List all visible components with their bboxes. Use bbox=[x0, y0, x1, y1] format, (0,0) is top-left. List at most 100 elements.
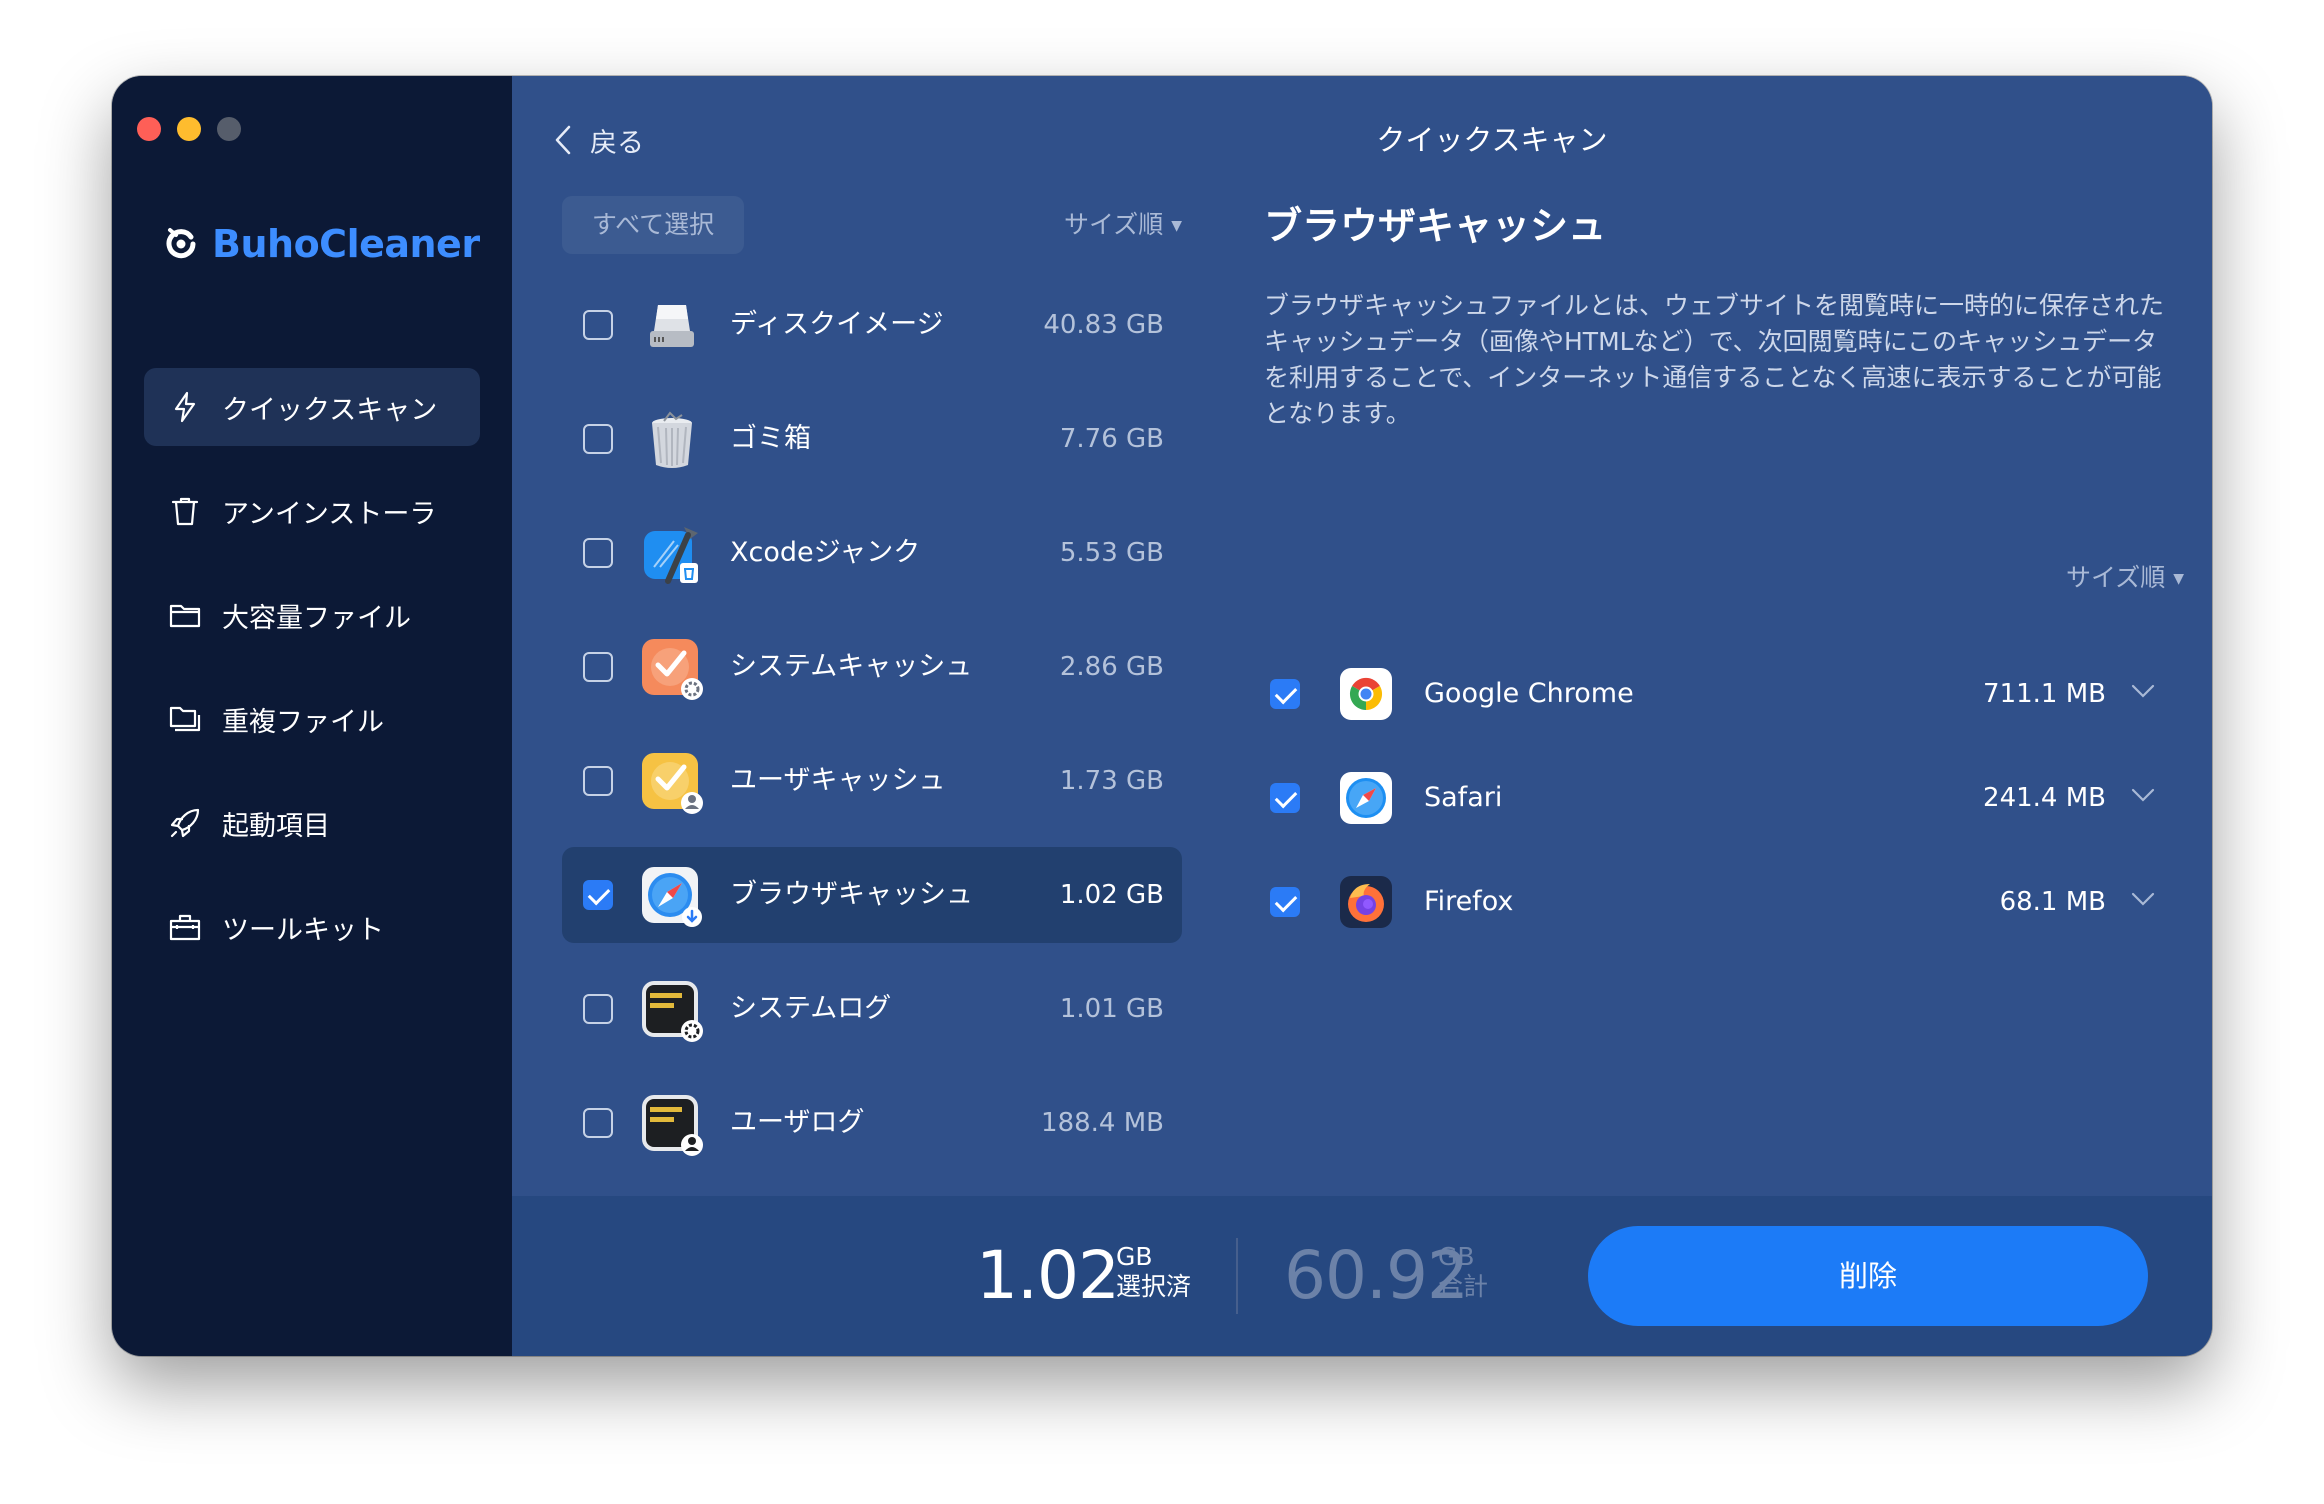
list-item-user-log[interactable]: ユーザログ 188.4 MB bbox=[562, 1075, 1182, 1171]
list-item-system-cache[interactable]: システムキャッシュ 2.86 GB bbox=[562, 619, 1182, 715]
item-label: ユーザキャッシュ bbox=[730, 765, 946, 796]
caret-down-icon: ▼ bbox=[2173, 571, 2184, 587]
item-size: 1.02 GB bbox=[1059, 880, 1164, 910]
list-item-trash[interactable]: ゴミ箱 7.76 GB bbox=[562, 391, 1182, 487]
list-item-disk-image[interactable]: ディスクイメージ 40.83 GB bbox=[562, 277, 1182, 373]
zoom-window-button[interactable] bbox=[217, 117, 241, 141]
browser-size: 68.1 MB bbox=[1999, 887, 2106, 917]
delete-button[interactable]: 削除 bbox=[1588, 1226, 2148, 1326]
sort-label: サイズ順 bbox=[2065, 563, 2166, 592]
caret-down-icon: ▼ bbox=[1171, 218, 1182, 234]
total-caption: 合計 bbox=[1438, 1272, 1489, 1301]
system-log-icon bbox=[642, 981, 703, 1042]
disk-image-icon bbox=[650, 305, 694, 347]
checkbox[interactable] bbox=[583, 766, 613, 796]
browser-row-safari[interactable]: Safari 241.4 MB bbox=[1264, 746, 2164, 850]
sidebar-nav: クイックスキャン アンインストーラ 大容量ファイル 重複ファイル 起動項目 ツー… bbox=[144, 368, 480, 992]
sidebar-item-label: ツールキット bbox=[222, 914, 384, 946]
toolbox-icon bbox=[169, 914, 201, 941]
checkbox[interactable] bbox=[583, 880, 613, 910]
list-item-user-cache[interactable]: ユーザキャッシュ 1.73 GB bbox=[562, 733, 1182, 829]
list-item-browser-cache[interactable]: ブラウザキャッシュ 1.02 GB bbox=[562, 847, 1182, 943]
rocket-icon bbox=[170, 808, 200, 838]
item-label: ブラウザキャッシュ bbox=[730, 879, 973, 910]
close-window-button[interactable] bbox=[137, 117, 161, 141]
item-label: Xcodeジャンク bbox=[730, 537, 921, 568]
trash-icon bbox=[171, 497, 199, 526]
user-log-icon bbox=[642, 1095, 703, 1156]
sidebar-item-label: 大容量ファイル bbox=[222, 602, 411, 634]
bottom-bar: 1.02 GB 選択済 60.92 GB 合計 削除 bbox=[512, 1196, 2212, 1356]
browser-size: 711.1 MB bbox=[1983, 679, 2106, 709]
xcode-icon bbox=[644, 527, 698, 584]
select-all-button[interactable]: すべて選択 bbox=[562, 196, 744, 254]
chevron-down-icon[interactable] bbox=[2130, 786, 2156, 804]
selected-unit: GB bbox=[1116, 1242, 1153, 1271]
item-label: ディスクイメージ bbox=[730, 309, 944, 340]
browser-row-firefox[interactable]: Firefox 68.1 MB bbox=[1264, 850, 2164, 954]
detail-sort-dropdown[interactable]: サイズ順 ▼ bbox=[2066, 558, 2184, 594]
app-logo: BuhoCleaner bbox=[164, 216, 480, 272]
sidebar-item-label: アンインストーラ bbox=[222, 498, 437, 530]
item-size: 7.76 GB bbox=[1059, 424, 1164, 454]
chevron-left-icon bbox=[555, 125, 571, 155]
item-size: 40.83 GB bbox=[1043, 310, 1164, 340]
browser-row-chrome[interactable]: Google Chrome 711.1 MB bbox=[1264, 642, 2164, 746]
buho-logo-icon bbox=[166, 228, 196, 259]
browser-size: 241.4 MB bbox=[1983, 783, 2106, 813]
sidebar-item-label: 重複ファイル bbox=[222, 706, 384, 738]
browser-name: Safari bbox=[1424, 782, 1503, 813]
item-label: ユーザログ bbox=[730, 1107, 865, 1138]
main-panel: 戻る クイックスキャン すべて選択 サイズ順 ▼ ディスクイメージ 40.83 … bbox=[512, 76, 2212, 1196]
sidebar-item-duplicate-files[interactable]: 重複ファイル bbox=[144, 680, 480, 758]
system-cache-icon bbox=[642, 639, 703, 700]
browser-name: Google Chrome bbox=[1424, 678, 1634, 709]
user-cache-icon bbox=[642, 753, 703, 814]
item-size: 188.4 MB bbox=[1041, 1108, 1164, 1138]
chevron-down-icon[interactable] bbox=[2130, 682, 2156, 700]
minimize-window-button[interactable] bbox=[177, 117, 201, 141]
sidebar-item-uninstaller[interactable]: アンインストーラ bbox=[144, 472, 480, 550]
checkbox[interactable] bbox=[583, 538, 613, 568]
checkbox[interactable] bbox=[583, 310, 613, 340]
checkbox[interactable] bbox=[1270, 679, 1300, 709]
checkbox[interactable] bbox=[1270, 783, 1300, 813]
checkbox[interactable] bbox=[583, 1108, 613, 1138]
sidebar-item-quick-scan[interactable]: クイックスキャン bbox=[144, 368, 480, 446]
total-unit: GB bbox=[1438, 1242, 1475, 1271]
sidebar-item-label: 起動項目 bbox=[222, 810, 330, 842]
list-item-xcode-junk[interactable]: Xcodeジャンク 5.53 GB bbox=[562, 505, 1182, 601]
sidebar-item-large-files[interactable]: 大容量ファイル bbox=[144, 576, 480, 654]
selected-size-unit: GB 選択済 bbox=[1116, 1242, 1191, 1302]
checkbox[interactable] bbox=[583, 424, 613, 454]
sidebar-item-toolkit[interactable]: ツールキット bbox=[144, 888, 480, 966]
sidebar-item-label: クイックスキャン bbox=[222, 394, 438, 426]
app-window: BuhoCleaner クイックスキャン アンインストーラ 大容量ファイル 重複… bbox=[112, 76, 2212, 1356]
detail-description: ブラウザキャッシュファイルとは、ウェブサイトを閲覧時に一時的に保存されたキャッシ… bbox=[1264, 291, 2165, 428]
browser-cache-icon bbox=[642, 867, 702, 927]
item-label: システムキャッシュ bbox=[730, 651, 973, 682]
selected-size-value: 1.02 bbox=[976, 1237, 1120, 1314]
lightning-icon bbox=[174, 391, 196, 423]
browser-name: Firefox bbox=[1424, 886, 1514, 917]
sidebar-item-startup-items[interactable]: 起動項目 bbox=[144, 784, 480, 862]
item-size: 5.53 GB bbox=[1059, 538, 1164, 568]
item-label: システムログ bbox=[730, 993, 892, 1024]
list-item-system-log[interactable]: システムログ 1.01 GB bbox=[562, 961, 1182, 1057]
back-label: 戻る bbox=[590, 127, 644, 159]
app-name: BuhoCleaner bbox=[212, 222, 480, 266]
checkbox[interactable] bbox=[583, 994, 613, 1024]
item-size: 1.73 GB bbox=[1059, 766, 1164, 796]
checkbox[interactable] bbox=[583, 652, 613, 682]
firefox-icon bbox=[1340, 876, 1392, 928]
safari-icon bbox=[1340, 772, 1392, 824]
chevron-down-icon[interactable] bbox=[2130, 890, 2156, 908]
total-size-unit: GB 合計 bbox=[1438, 1242, 1488, 1302]
selected-caption: 選択済 bbox=[1116, 1272, 1192, 1301]
sort-dropdown[interactable]: サイズ順 ▼ bbox=[1064, 196, 1182, 254]
back-button[interactable]: 戻る bbox=[552, 112, 644, 168]
detail-title: ブラウザキャッシュ bbox=[1264, 204, 1607, 248]
sidebar: BuhoCleaner クイックスキャン アンインストーラ 大容量ファイル 重複… bbox=[112, 76, 512, 1356]
folder-icon bbox=[169, 604, 201, 628]
checkbox[interactable] bbox=[1270, 887, 1300, 917]
